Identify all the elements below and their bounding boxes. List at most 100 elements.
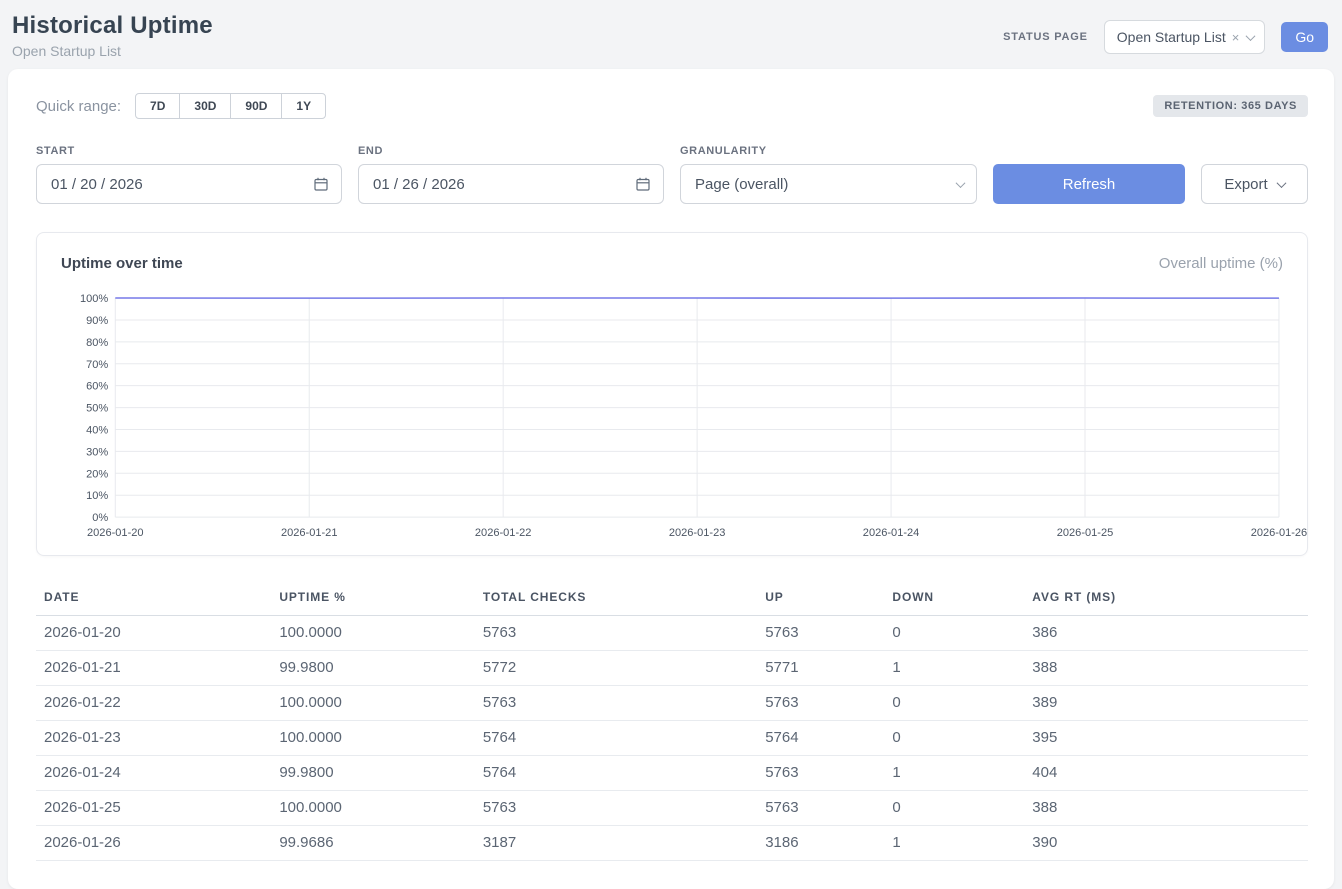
y-tick-label: 10% [86,490,108,502]
table-cell: 100.0000 [271,791,475,826]
table-cell: 0 [884,686,1024,721]
chevron-down-icon [1276,178,1286,188]
column-header: DATE [36,580,271,616]
table-cell: 404 [1024,756,1308,791]
table-cell: 5764 [757,721,884,756]
x-tick-label: 2026-01-21 [281,527,338,539]
topbar-controls: STATUS PAGE Open Startup List × Go [1003,20,1328,54]
table-row: 2026-01-25100.0000576357630388 [36,791,1308,826]
granularity-select[interactable]: Page (overall) [680,164,977,204]
uptime-line-chart: 100%90%80%70%60%50%40%30%20%10%0%2026-01… [61,288,1283,541]
table-cell: 5763 [475,686,757,721]
export-button[interactable]: Export [1201,164,1308,204]
start-date-input[interactable]: 01 / 20 / 2026 [36,164,342,204]
calendar-icon [635,176,651,192]
table-cell: 5771 [757,651,884,686]
page-subtitle: Open Startup List [12,43,213,59]
table-cell: 5763 [757,791,884,826]
chevron-down-icon [956,178,966,188]
table-row: 2026-01-20100.0000576357630386 [36,616,1308,651]
chart-legend: Overall uptime (%) [1159,255,1283,272]
column-header: AVG RT (MS) [1024,580,1308,616]
table-cell: 3186 [757,826,884,861]
x-tick-label: 2026-01-26 [1251,527,1308,539]
table-cell: 100.0000 [271,721,475,756]
end-date-input[interactable]: 01 / 26 / 2026 [358,164,664,204]
chart-title: Uptime over time [61,255,183,272]
start-date-field: START 01 / 20 / 2026 [36,145,342,204]
table-cell: 2026-01-23 [36,721,271,756]
table-row: 2026-01-2699.9686318731861390 [36,826,1308,861]
main-panel: Quick range: 7D30D90D1Y RETENTION: 365 D… [8,69,1334,889]
table-row: 2026-01-2199.9800577257711388 [36,651,1308,686]
y-tick-label: 90% [86,315,108,327]
go-button[interactable]: Go [1281,22,1328,52]
table-cell: 388 [1024,651,1308,686]
table-cell: 2026-01-20 [36,616,271,651]
refresh-button[interactable]: Refresh [993,164,1185,204]
table-cell: 5763 [475,616,757,651]
clear-selection-icon[interactable]: × [1232,30,1240,45]
y-tick-label: 20% [86,468,108,480]
chart-header: Uptime over time Overall uptime (%) [61,255,1283,272]
granularity-label: GRANULARITY [680,145,977,157]
calendar-icon [313,176,329,192]
table-cell: 2026-01-24 [36,756,271,791]
table-cell: 5764 [475,721,757,756]
y-tick-label: 0% [92,512,108,524]
column-header: DOWN [884,580,1024,616]
export-button-label: Export [1224,176,1267,193]
retention-badge: RETENTION: 365 DAYS [1153,95,1308,117]
title-block: Historical Uptime Open Startup List [12,12,213,59]
x-tick-label: 2026-01-23 [669,527,726,539]
table-cell: 3187 [475,826,757,861]
table-row: 2026-01-23100.0000576457640395 [36,721,1308,756]
uptime-chart-card: Uptime over time Overall uptime (%) 100%… [36,232,1308,556]
table-cell: 1 [884,651,1024,686]
y-tick-label: 100% [80,293,108,305]
table-cell: 389 [1024,686,1308,721]
table-cell: 99.9686 [271,826,475,861]
table-cell: 390 [1024,826,1308,861]
start-date-value: 01 / 20 / 2026 [51,176,143,193]
table-cell: 5763 [757,616,884,651]
page-title: Historical Uptime [12,12,213,40]
table-cell: 1 [884,756,1024,791]
table-cell: 395 [1024,721,1308,756]
quick-range-7d-button[interactable]: 7D [135,93,180,119]
status-page-select[interactable]: Open Startup List × [1104,20,1266,54]
status-page-selected-value: Open Startup List [1117,29,1226,45]
start-date-label: START [36,145,342,157]
table-cell: 386 [1024,616,1308,651]
table-cell: 5764 [475,756,757,791]
quick-range-30d-button[interactable]: 30D [179,93,231,119]
y-tick-label: 40% [86,425,108,437]
quick-range-1y-button[interactable]: 1Y [281,93,326,119]
table-cell: 99.9800 [271,756,475,791]
uptime-table: DATEUPTIME %TOTAL CHECKSUPDOWNAVG RT (MS… [36,580,1308,861]
x-tick-label: 2026-01-24 [863,527,920,539]
end-date-field: END 01 / 26 / 2026 [358,145,664,204]
column-header: UPTIME % [271,580,475,616]
y-tick-label: 80% [86,337,108,349]
topbar: Historical Uptime Open Startup List STAT… [0,0,1342,69]
table-cell: 100.0000 [271,616,475,651]
quick-range-label: Quick range: [36,98,121,115]
table-cell: 0 [884,616,1024,651]
granularity-selected-value: Page (overall) [695,176,788,193]
table-cell: 2026-01-25 [36,791,271,826]
y-tick-label: 30% [86,446,108,458]
y-tick-label: 60% [86,381,108,393]
filter-form-row: START 01 / 20 / 2026 END 01 / 26 / 2026 [36,145,1308,204]
table-cell: 388 [1024,791,1308,826]
table-cell: 1 [884,826,1024,861]
table-cell: 2026-01-26 [36,826,271,861]
table-cell: 2026-01-21 [36,651,271,686]
quick-range-90d-button[interactable]: 90D [230,93,282,119]
granularity-field: GRANULARITY Page (overall) [680,145,977,204]
quick-range-row: Quick range: 7D30D90D1Y RETENTION: 365 D… [36,93,1308,119]
y-tick-label: 50% [86,403,108,415]
x-tick-label: 2026-01-20 [87,527,144,539]
end-date-label: END [358,145,664,157]
table-cell: 5772 [475,651,757,686]
